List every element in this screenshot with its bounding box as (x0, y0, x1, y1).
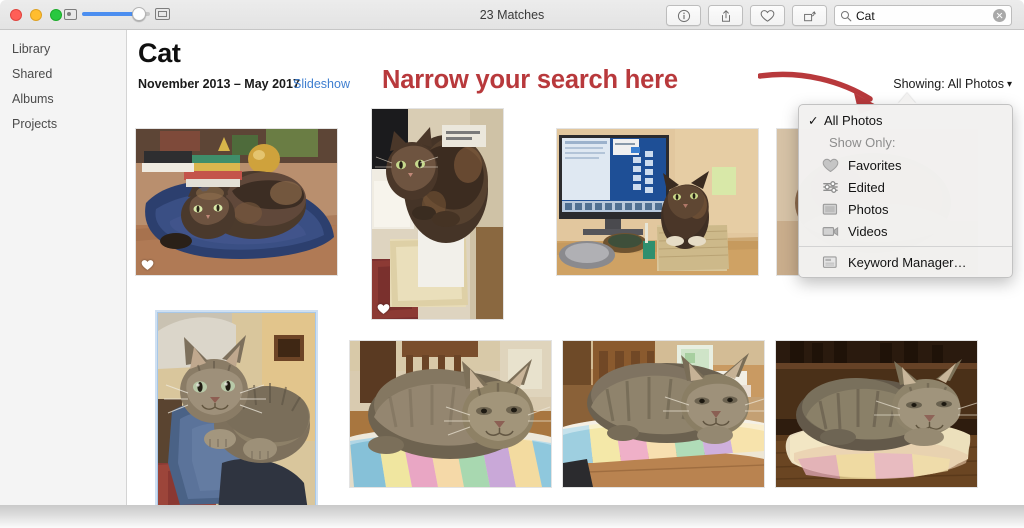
showing-filter-control[interactable]: Showing: All Photos ▾ (893, 77, 1012, 91)
photo-thumbnail[interactable] (371, 108, 504, 320)
photos-app-window: 23 Matches Cat Library Shared Albums Pro… (0, 0, 1024, 514)
tabby-cat-on-floor-blanket (776, 341, 977, 487)
menu-divider (799, 246, 1012, 247)
menu-item-videos[interactable]: Videos (799, 220, 1012, 242)
cat-by-computer-monitor (557, 129, 758, 275)
sidebar-item-albums[interactable]: Albums (0, 87, 126, 112)
menu-item-label: Edited (848, 179, 885, 195)
sidebar-item-shared[interactable]: Shared (0, 62, 126, 87)
info-icon (677, 9, 690, 22)
menu-item-label: Keyword Manager… (848, 254, 967, 270)
share-button[interactable] (708, 5, 743, 26)
menu-item-label: Videos (848, 223, 888, 239)
favorite-heart-icon (141, 260, 154, 270)
menu-section-header: Show Only: (799, 131, 1012, 154)
sliders-icon (819, 179, 841, 195)
rotate-button[interactable] (792, 5, 827, 26)
tortoiseshell-cat-in-basket (372, 109, 503, 319)
search-field[interactable]: Cat (834, 5, 1012, 26)
showing-dropdown-menu[interactable]: ✓ All Photos Show Only: Favorites Edited… (798, 104, 1013, 278)
window-titlebar: 23 Matches Cat (0, 0, 1024, 30)
window-drop-shadow (0, 505, 1024, 528)
sidebar-item-library[interactable]: Library (0, 37, 126, 62)
menu-item-label: Favorites (848, 157, 902, 173)
menu-section-label: Show Only: (829, 135, 896, 150)
tortoiseshell-cat-on-blue-blanket (136, 129, 337, 275)
toolbar-right-group: Cat (666, 5, 1012, 26)
clear-search-icon[interactable] (993, 9, 1006, 22)
favorite-heart-icon (377, 304, 390, 314)
search-icon (840, 10, 852, 21)
photo-grid-area: Cat November 2013 – May 2017 Slideshow S… (128, 30, 1024, 514)
photo-thumbnail[interactable] (349, 340, 552, 488)
menu-item-label: Photos (848, 201, 889, 217)
slideshow-link[interactable]: Slideshow (293, 77, 350, 91)
photo-thumbnail[interactable] (157, 312, 316, 512)
tabby-cat-on-table-blanket (563, 341, 764, 487)
tabby-cat-on-striped-blanket (350, 341, 551, 487)
keyword-document-icon (819, 254, 841, 270)
search-input-value[interactable]: Cat (856, 9, 989, 23)
menu-item-edited[interactable]: Edited (799, 176, 1012, 198)
sidebar: Library Shared Albums Projects (0, 30, 127, 514)
checkmark-icon: ✓ (808, 113, 819, 128)
tabby-cat-on-lap (158, 313, 315, 511)
photo-thumbnail[interactable] (135, 128, 338, 276)
page-title: Cat (138, 38, 181, 68)
annotation-text: Narrow your search here (382, 66, 678, 94)
photo-thumbnail[interactable] (556, 128, 759, 276)
heart-icon (760, 9, 775, 22)
showing-value: All Photos (947, 77, 1004, 91)
video-icon (819, 223, 841, 239)
menu-item-label: All Photos (824, 112, 883, 128)
heart-icon (819, 157, 841, 173)
photo-thumbnail[interactable] (775, 340, 978, 488)
dropdown-pointer (898, 93, 916, 104)
sidebar-item-projects[interactable]: Projects (0, 112, 126, 137)
menu-item-favorites[interactable]: Favorites (799, 154, 1012, 176)
rotate-icon (804, 10, 816, 21)
photo-icon (819, 201, 841, 217)
share-icon (721, 9, 730, 22)
menu-item-all-photos[interactable]: ✓ All Photos (799, 109, 1012, 131)
favorite-button[interactable] (750, 5, 785, 26)
photo-thumbnail[interactable] (562, 340, 765, 488)
chevron-down-icon: ▾ (1006, 78, 1012, 90)
menu-item-keyword-manager[interactable]: Keyword Manager… (799, 251, 1012, 273)
info-button[interactable] (666, 5, 701, 26)
date-range-label: November 2013 – May 2017 (138, 77, 300, 91)
menu-item-photos[interactable]: Photos (799, 198, 1012, 220)
